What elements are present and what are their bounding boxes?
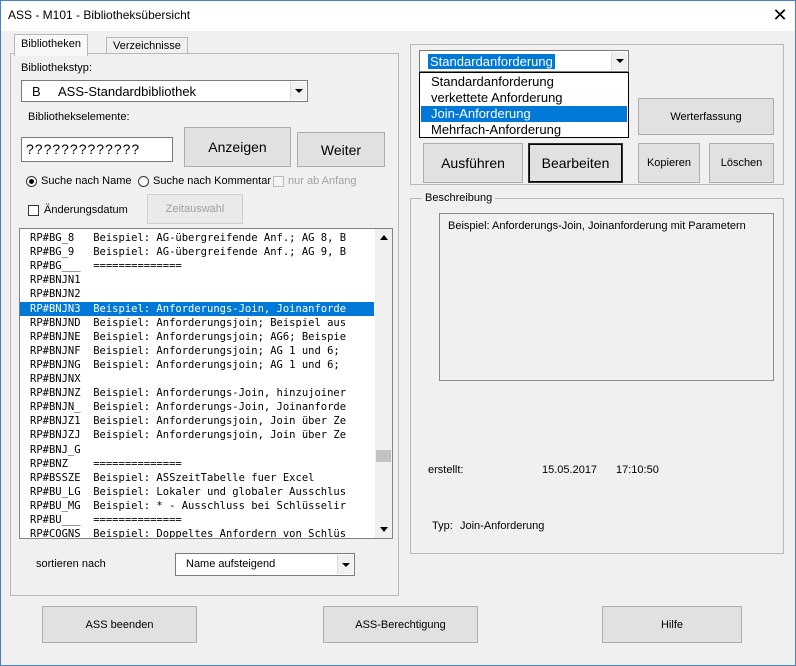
list-item[interactable]: RP#BNJN2 [30,287,372,301]
list-item[interactable]: RP#BNJNX [30,372,372,386]
list-item[interactable]: RP#BNJN_ Beispiel: Anforderungs-Join, Jo… [30,400,372,414]
created-time: 17:10:50 [616,464,659,476]
library-elements-list[interactable]: RP#BG_8 Beispiel: AG-übergreifende Anf.;… [19,228,393,539]
scrollbar-thumb[interactable] [376,450,391,462]
list-item[interactable]: RP#BU_MG Beispiel: * - Ausschluss bei Sc… [30,499,372,513]
change-date-label: Änderungsdatum [44,204,128,216]
close-icon[interactable]: ✕ [768,4,792,26]
list-item[interactable]: RP#BNJ_G [30,443,372,457]
search-input[interactable]: ????????????? [21,137,173,162]
authorization-button[interactable]: ASS-Berechtigung [323,606,478,643]
copy-button[interactable]: Kopieren [638,143,700,183]
time-select-button[interactable]: Zeitauswahl [147,194,243,224]
dropdown-item[interactable]: Standardanforderung [421,74,627,90]
search-by-comment-label: Suche nach Kommentar [153,175,272,187]
delete-button[interactable]: Löschen [709,143,774,183]
library-elements-label: Bibliothekselemente: [28,111,130,123]
change-date-checkbox[interactable] [28,205,39,216]
tab-label: Bibliotheken [21,38,81,50]
dropdown-item-selected[interactable]: Join-Anforderung [421,106,627,122]
sort-combo[interactable]: Name aufsteigend [175,553,355,576]
tab-verzeichnisse[interactable]: Verzeichnisse [106,37,188,54]
start-only-checkbox[interactable] [273,176,284,187]
library-type-label: Bibliothekstyp: [21,62,92,74]
sort-value: Name aufsteigend [186,558,276,570]
created-label: erstellt: [428,464,464,476]
quit-button[interactable]: ASS beenden [42,606,197,643]
library-type-combo[interactable]: B ASS-Standardbibliothek [21,80,308,102]
list-item[interactable]: RP#BNJZJ Beispiel: Anforderungsjoin, Joi… [30,428,372,442]
execute-button[interactable]: Ausführen [423,143,523,183]
list-scrollbar[interactable] [375,229,392,538]
search-by-name-label: Suche nach Name [41,175,132,187]
list-item[interactable]: RP#BNZ ============== [30,457,372,471]
list-item[interactable]: RP#BG_9 Beispiel: AG-übergreifende Anf.;… [30,245,372,259]
show-button[interactable]: Anzeigen [184,127,291,167]
list-item[interactable]: RP#BNJNE Beispiel: Anforderungsjoin; AG6… [30,330,372,344]
list-item[interactable]: RP#BNJZ1 Beispiel: Anforderungsjoin, Joi… [30,414,372,428]
list-item[interactable]: RP#COGNS Beispiel: Doppeltes Anfordern v… [30,527,372,538]
type-value: Join-Anforderung [460,520,545,532]
list-item[interactable]: RP#BSSZE Beispiel: ASSzeitTabelle fuer E… [30,471,372,485]
value-entry-button[interactable]: Werterfassung [638,98,774,135]
list-item[interactable]: RP#BNJN1 [30,273,372,287]
list-item[interactable]: RP#BNJNG Beispiel: Anforderungsjoin; AG … [30,358,372,372]
list-item[interactable]: RP#BG___ ============== [30,259,372,273]
chevron-down-icon[interactable] [611,52,627,70]
list-item[interactable]: RP#BU_LG Beispiel: Lokaler und globaler … [30,485,372,499]
tab-bibliotheken[interactable]: Bibliotheken [14,34,88,56]
description-group-label: Beschreibung [422,192,496,204]
library-type-value: B ASS-Standardbibliothek [32,84,197,99]
radio-dot [29,179,34,184]
created-date: 15.05.2017 [542,464,598,476]
sort-label: sortieren nach [36,558,106,570]
dropdown-item[interactable]: Mehrfach-Anforderung [421,122,627,138]
list-item[interactable]: RP#BU___ ============== [30,513,372,527]
chevron-down-icon[interactable] [290,82,306,100]
window-title: ASS - M101 - Bibliotheksübersicht [8,8,191,22]
scroll-down-icon[interactable] [375,521,392,538]
request-type-value: Standardanforderung [428,54,555,69]
request-type-dropdown[interactable]: Standardanforderung verkettete Anforderu… [419,72,629,138]
help-button[interactable]: Hilfe [602,606,742,643]
list-item[interactable]: RP#BNJND Beispiel: Anforderungsjoin; Bei… [30,316,372,330]
tab-label: Verzeichnisse [113,40,181,52]
list-item[interactable]: RP#BNJNZ Beispiel: Anforderungs-Join, hi… [30,386,372,400]
next-button[interactable]: Weiter [297,132,385,167]
description-text: Beispiel: Anforderungs-Join, Joinanforde… [439,213,774,381]
scroll-up-icon[interactable] [375,229,392,246]
request-type-combo[interactable]: Standardanforderung [419,50,629,72]
type-label: Typ: [432,520,453,532]
list-item[interactable]: RP#BNJNF Beispiel: Anforderungsjoin; AG … [30,344,372,358]
list-item[interactable]: RP#BG_8 Beispiel: AG-übergreifende Anf.;… [30,231,372,245]
search-by-comment-radio[interactable] [138,176,149,187]
list-item-selected[interactable]: RP#BNJN3 Beispiel: Anforderungs-Join, Jo… [20,301,374,316]
chevron-down-icon[interactable] [337,555,353,574]
dropdown-item[interactable]: verkettete Anforderung [421,90,627,106]
search-by-name-radio[interactable] [26,176,37,187]
edit-button[interactable]: Bearbeiten [528,143,623,183]
start-only-label: nur ab Anfang [288,175,357,187]
